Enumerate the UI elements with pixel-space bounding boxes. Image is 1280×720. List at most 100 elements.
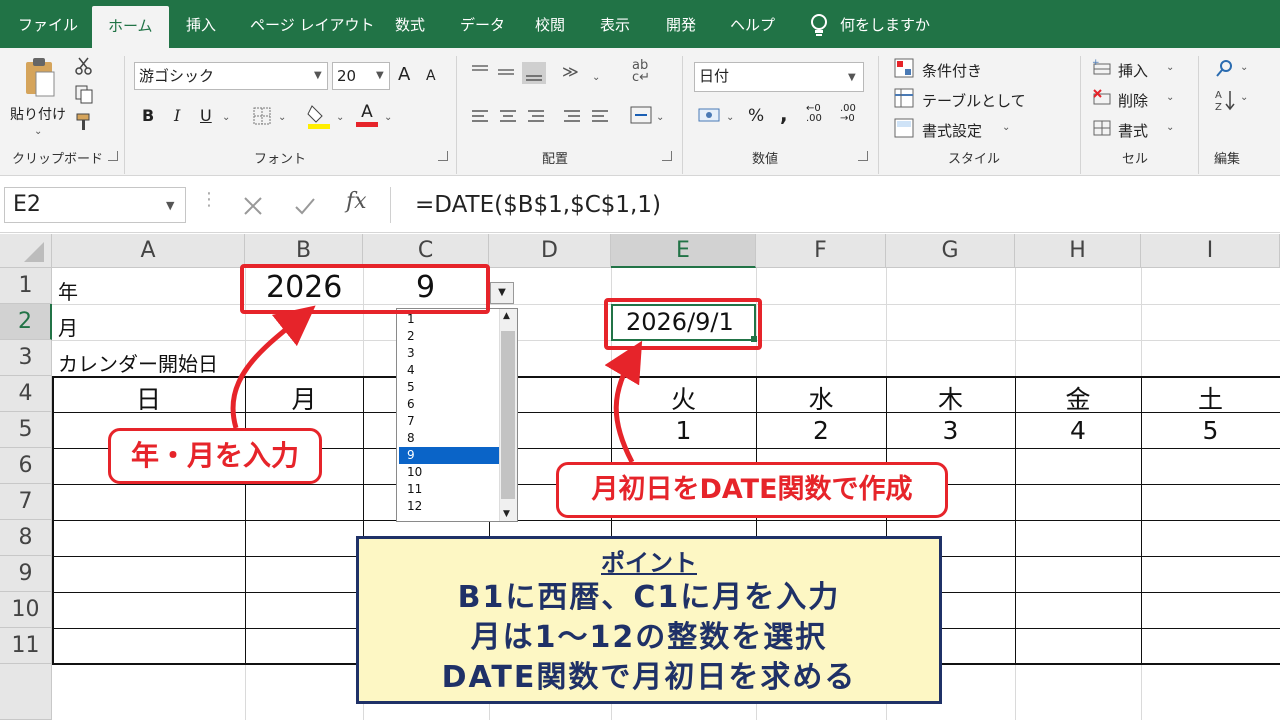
tell-me-search[interactable]: 何をしますか [840,0,930,48]
cell-styles-button[interactable]: 書式設定 [922,120,982,141]
dropdown-option[interactable]: 2 [399,328,499,345]
sort-dropdown-icon[interactable]: ⌄ [1240,92,1248,103]
merge-dropdown-icon[interactable]: ⌄ [656,112,664,123]
insert-function-button[interactable]: fx [346,189,367,214]
row-header-6[interactable]: 6 [0,448,52,484]
row-header-10[interactable]: 10 [0,592,52,628]
row-header-4[interactable]: 4 [0,376,52,412]
name-box-dropdown-icon[interactable]: ▼ [166,199,174,212]
conditional-formatting-button[interactable]: 条件付き [922,60,982,81]
font-color-button[interactable]: A [356,102,378,127]
tab-home[interactable]: ホーム [92,6,169,48]
wrap-text-icon[interactable]: ab c↵ [632,59,650,84]
month-dropdown-list[interactable]: 1 2 3 4 5 6 7 8 9 10 11 12 ▲ ▼ [396,308,518,522]
cell-styles-dropdown-icon[interactable]: ⌄ [1002,122,1010,133]
row-header-8[interactable]: 8 [0,520,52,556]
calendar-header-sun[interactable]: 日 [52,380,245,416]
format-as-table-button[interactable]: テーブルとして [922,90,1026,111]
calendar-day-fri[interactable]: 4 [1015,416,1141,445]
calendar-header-wed[interactable]: 水 [756,380,886,416]
row-header-12[interactable] [0,664,52,720]
copy-icon[interactable] [74,84,94,104]
fill-color-dropdown-icon[interactable]: ⌄ [336,112,344,123]
decrease-decimal-icon[interactable]: .00 →0 [840,104,856,124]
row-header-2[interactable]: 2 [0,304,52,340]
accounting-format-icon[interactable] [698,106,722,126]
delete-cells-icon[interactable] [1092,88,1112,108]
cell-a2[interactable]: 月 [58,312,78,341]
paste-button[interactable]: 貼り付け [10,104,66,124]
column-header-d[interactable]: D [489,234,611,268]
format-cells-button[interactable]: 書式 [1118,120,1148,141]
row-header-1[interactable]: 1 [0,268,52,304]
calendar-header-tue[interactable]: 火 [611,380,756,416]
scrollbar-thumb[interactable] [501,331,515,499]
font-size-dropdown-icon[interactable]: ▼ [376,70,384,81]
calendar-header-sat[interactable]: 土 [1141,380,1280,416]
cell-a3[interactable]: カレンダー開始日 [58,348,218,377]
italic-button[interactable]: I [174,106,180,125]
underline-button[interactable]: U [200,106,212,125]
font-name-dropdown-icon[interactable]: ▼ [314,70,322,81]
dropdown-option[interactable]: 4 [399,362,499,379]
orientation-dropdown-icon[interactable]: ⌄ [592,72,600,83]
dropdown-option[interactable]: 12 [399,498,499,515]
number-launcher-icon[interactable] [858,151,868,161]
calendar-header-thu[interactable]: 木 [886,380,1015,416]
shrink-font-button[interactable]: A [426,68,436,84]
calendar-day-wed[interactable]: 2 [756,416,886,445]
paste-icon[interactable] [22,56,58,100]
underline-dropdown-icon[interactable]: ⌄ [222,112,230,123]
clipboard-launcher-icon[interactable] [108,151,118,161]
grow-font-button[interactable]: A [398,64,410,85]
format-cells-icon[interactable] [1092,118,1112,138]
insert-cells-button[interactable]: 挿入 [1118,60,1148,81]
orientation-icon[interactable]: ≫ [562,62,579,81]
row-header-11[interactable]: 11 [0,628,52,664]
select-all-corner[interactable] [0,234,52,268]
calendar-day-sat[interactable]: 5 [1141,416,1280,445]
tab-help[interactable]: ヘルプ [730,0,775,48]
find-dropdown-icon[interactable]: ⌄ [1240,62,1248,73]
borders-icon[interactable] [252,106,272,126]
column-header-f[interactable]: F [756,234,886,268]
scroll-up-icon[interactable]: ▲ [503,311,510,321]
dropdown-option[interactable]: 7 [399,413,499,430]
percent-button[interactable]: % [748,106,764,126]
format-as-table-icon[interactable] [894,88,914,108]
column-header-b[interactable]: B [245,234,363,268]
delete-dropdown-icon[interactable]: ⌄ [1166,92,1174,103]
tab-developer[interactable]: 開発 [666,0,696,48]
dropdown-option[interactable]: 6 [399,396,499,413]
formula-input[interactable]: =DATE($B$1,$C$1,1) [390,187,1276,223]
tab-formulas[interactable]: 数式 [395,0,425,48]
cell-dropdown-arrow-icon[interactable]: ▼ [490,282,514,304]
font-launcher-icon[interactable] [438,151,448,161]
tab-insert[interactable]: 挿入 [186,0,216,48]
cut-icon[interactable] [74,56,94,76]
vertical-align-icons[interactable] [468,60,550,86]
alignment-launcher-icon[interactable] [662,151,672,161]
cell-styles-icon[interactable] [894,118,914,138]
increase-decimal-icon[interactable]: ←0.00 [806,104,822,124]
tab-data[interactable]: データ [460,0,505,48]
accounting-dropdown-icon[interactable]: ⌄ [726,112,734,123]
column-header-a[interactable]: A [52,234,245,268]
insert-dropdown-icon[interactable]: ⌄ [1166,62,1174,73]
format-painter-icon[interactable] [74,112,94,132]
dropdown-option[interactable]: 10 [399,464,499,481]
number-format-dropdown-icon[interactable]: ▼ [848,72,856,83]
row-header-5[interactable]: 5 [0,412,52,448]
borders-dropdown-icon[interactable]: ⌄ [278,112,286,123]
horizontal-align-icons[interactable] [468,106,618,128]
tab-file[interactable]: ファイル [18,0,78,48]
column-header-e[interactable]: E [611,234,756,268]
paste-dropdown-icon[interactable]: ⌄ [34,126,42,137]
font-name-select[interactable]: 游ゴシック [134,62,328,90]
dropdown-option[interactable]: 8 [399,430,499,447]
calendar-day-thu[interactable]: 3 [886,416,1015,445]
fill-color-icon[interactable] [306,102,332,130]
dropdown-option[interactable]: 3 [399,345,499,362]
calendar-header-fri[interactable]: 金 [1015,380,1141,416]
cell-a1[interactable]: 年 [58,276,78,305]
